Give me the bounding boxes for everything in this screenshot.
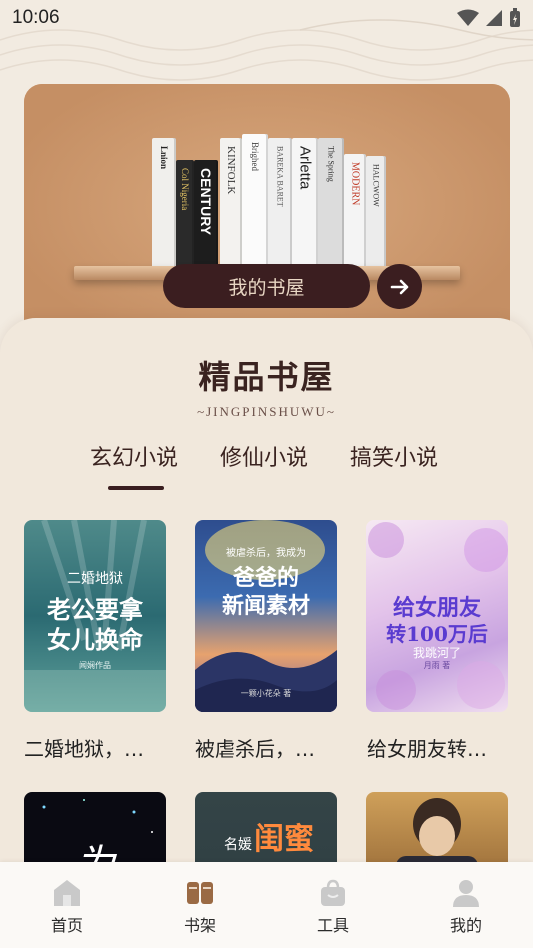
book-title[interactable]: 给女朋友转… xyxy=(367,733,512,762)
bag-icon xyxy=(316,876,350,910)
status-time: 10:06 xyxy=(12,7,60,28)
tab-gaoxiao[interactable]: 搞笑小说 xyxy=(350,440,438,472)
home-icon xyxy=(50,876,84,910)
cover-line: 二婚地狱 xyxy=(67,571,123,587)
book-spine: MODERN xyxy=(344,154,366,266)
cover-line: 闺蜜 xyxy=(254,822,314,857)
nav-label: 首页 xyxy=(50,916,83,935)
book-spine: Arletta xyxy=(292,138,318,266)
nav-label: 书架 xyxy=(183,916,216,935)
cover-author: 一颗小花朵 著 xyxy=(240,689,292,698)
my-bookhouse-button[interactable]: 我的书屋 xyxy=(163,264,370,308)
nav-label: 我的 xyxy=(449,916,482,935)
category-tabs: 玄幻小说 修仙小说 搞笑小说 xyxy=(0,440,533,490)
cover-line: 新闻素材 xyxy=(221,593,310,619)
book-spine: Lnion xyxy=(152,138,176,266)
nav-label: 工具 xyxy=(316,916,349,935)
status-icons xyxy=(457,8,521,28)
featured-bookhouse-card: 精品书屋 ~JINGPINSHUWU~ 玄幻小说 修仙小说 搞笑小说 二婚地狱 … xyxy=(0,318,533,878)
book-spine: KINFOLK xyxy=(220,138,242,266)
book-cover[interactable]: 被虐杀后，我成为 爸爸的 新闻素材 一颗小花朵 著 xyxy=(195,520,337,712)
section-title: 精品书屋 xyxy=(198,358,335,396)
battery-icon xyxy=(510,8,520,27)
book-spine: Col Nigeria xyxy=(176,160,194,266)
bookhouse-banner[interactable]: Lnion Col Nigeria CENTURY KINFOLK Brighe… xyxy=(24,84,510,354)
book-spine: HALCWOW xyxy=(366,156,386,266)
book-spine: CENTURY xyxy=(194,160,218,266)
nav-mine[interactable]: 我的 xyxy=(426,862,506,948)
wifi-icon xyxy=(457,9,479,26)
book-cover[interactable]: 二婚地狱 老公要拿 女儿换命 闻娴作品 xyxy=(24,520,166,712)
cover-line: 转100万后 xyxy=(386,622,488,646)
book-cover[interactable]: 给女朋友 转100万后 我跳河了 月雨 著 xyxy=(366,520,508,712)
nav-tools[interactable]: 工具 xyxy=(293,862,373,948)
tab-xiuxian[interactable]: 修仙小说 xyxy=(220,440,308,472)
active-tab-indicator xyxy=(108,486,164,490)
bottom-navigation: 首页 书架 工具 我的 xyxy=(0,862,533,948)
signal-icon xyxy=(486,10,502,26)
cover-line: 我跳河了 xyxy=(412,646,461,660)
arrow-right-button[interactable] xyxy=(377,264,422,309)
bookshelf-icon xyxy=(183,876,217,910)
cover-line: 女儿换命 xyxy=(47,625,143,654)
section-subtitle: ~JINGPINSHUWU~ xyxy=(197,404,336,419)
cover-author: 闻娴作品 xyxy=(79,661,111,670)
cover-line: 被虐杀后，我成为 xyxy=(226,548,306,559)
book-title[interactable]: 被虐杀后，… xyxy=(195,733,340,762)
book-spine: The Spring xyxy=(318,138,344,266)
nav-bookshelf[interactable]: 书架 xyxy=(160,862,240,948)
book-spine: BAREKA BARET xyxy=(268,138,292,266)
status-bar: 10:06 xyxy=(0,0,533,36)
nav-home[interactable]: 首页 xyxy=(27,862,107,948)
tab-xuanhuan[interactable]: 玄幻小说 xyxy=(90,440,178,472)
cover-author: 月雨 著 xyxy=(423,661,451,670)
user-icon xyxy=(449,876,483,910)
book-title[interactable]: 二婚地狱，… xyxy=(24,733,169,762)
arrow-right-icon xyxy=(390,279,408,294)
book-spine: Brighed xyxy=(242,134,268,266)
